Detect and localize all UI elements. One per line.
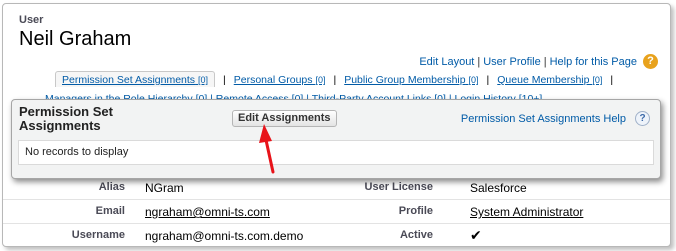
edit-assignments-button[interactable]: Edit Assignments	[232, 110, 337, 127]
profile-link[interactable]: System Administrator	[470, 205, 583, 219]
profile-label: Profile	[398, 205, 433, 217]
separator: |	[333, 74, 337, 86]
alias-value: NGram	[145, 181, 184, 195]
empty-state-message: No records to display	[18, 140, 654, 165]
active-check-icon: ✔	[470, 227, 482, 243]
active-label: Active	[399, 229, 433, 241]
username-value: ngraham@omni-ts.com.demo	[145, 229, 304, 243]
page-help-links: Edit Layout | User Profile | Help for th…	[419, 54, 658, 69]
related-link-permission-set-assignments[interactable]: Permission Set Assignments [0]	[55, 71, 215, 87]
detail-row: Email ngraham@omni-ts.com Profile System…	[3, 200, 670, 224]
separator: |	[223, 74, 226, 86]
related-link-public-group-membership[interactable]: Public Group Membership [0]	[344, 74, 478, 87]
help-icon[interactable]: ?	[635, 111, 650, 126]
separator: |	[610, 74, 614, 86]
permission-set-assignments-help-link[interactable]: Permission Set Assignments Help	[461, 113, 626, 125]
user-license-label: User License	[364, 181, 433, 193]
edit-layout-link[interactable]: Edit Layout	[419, 56, 474, 68]
username-label: Username	[71, 229, 125, 241]
user-license-value: Salesforce	[470, 181, 527, 195]
user-detail-page: User Neil Graham Edit Layout | User Prof…	[2, 3, 671, 247]
permission-set-assignments-popup: Permission Set Assignments Edit Assignme…	[11, 99, 661, 179]
alias-label: Alias	[98, 181, 125, 193]
email-link[interactable]: ngraham@omni-ts.com	[145, 205, 270, 219]
popup-help: Permission Set Assignments Help ?	[461, 111, 650, 126]
related-link-personal-groups[interactable]: Personal Groups [0]	[234, 74, 326, 87]
separator: |	[477, 55, 481, 68]
help-icon[interactable]: ?	[643, 54, 658, 69]
user-profile-link[interactable]: User Profile	[483, 56, 540, 68]
separator: |	[543, 55, 547, 68]
detail-row: Alias NGram User License Salesforce	[3, 176, 670, 200]
popup-title: Permission Set Assignments	[19, 104, 113, 133]
detail-row: Username ngraham@omni-ts.com.demo Active…	[3, 224, 670, 246]
related-link-queue-membership[interactable]: Queue Membership [0]	[497, 74, 602, 87]
page-title: Neil Graham	[19, 28, 132, 50]
help-for-page-link[interactable]: Help for this Page	[550, 56, 637, 68]
email-label: Email	[95, 205, 125, 217]
separator: |	[486, 74, 490, 86]
object-type-label: User	[19, 14, 44, 26]
related-list-links: Permission Set Assignments [0] | Persona…	[55, 71, 621, 87]
